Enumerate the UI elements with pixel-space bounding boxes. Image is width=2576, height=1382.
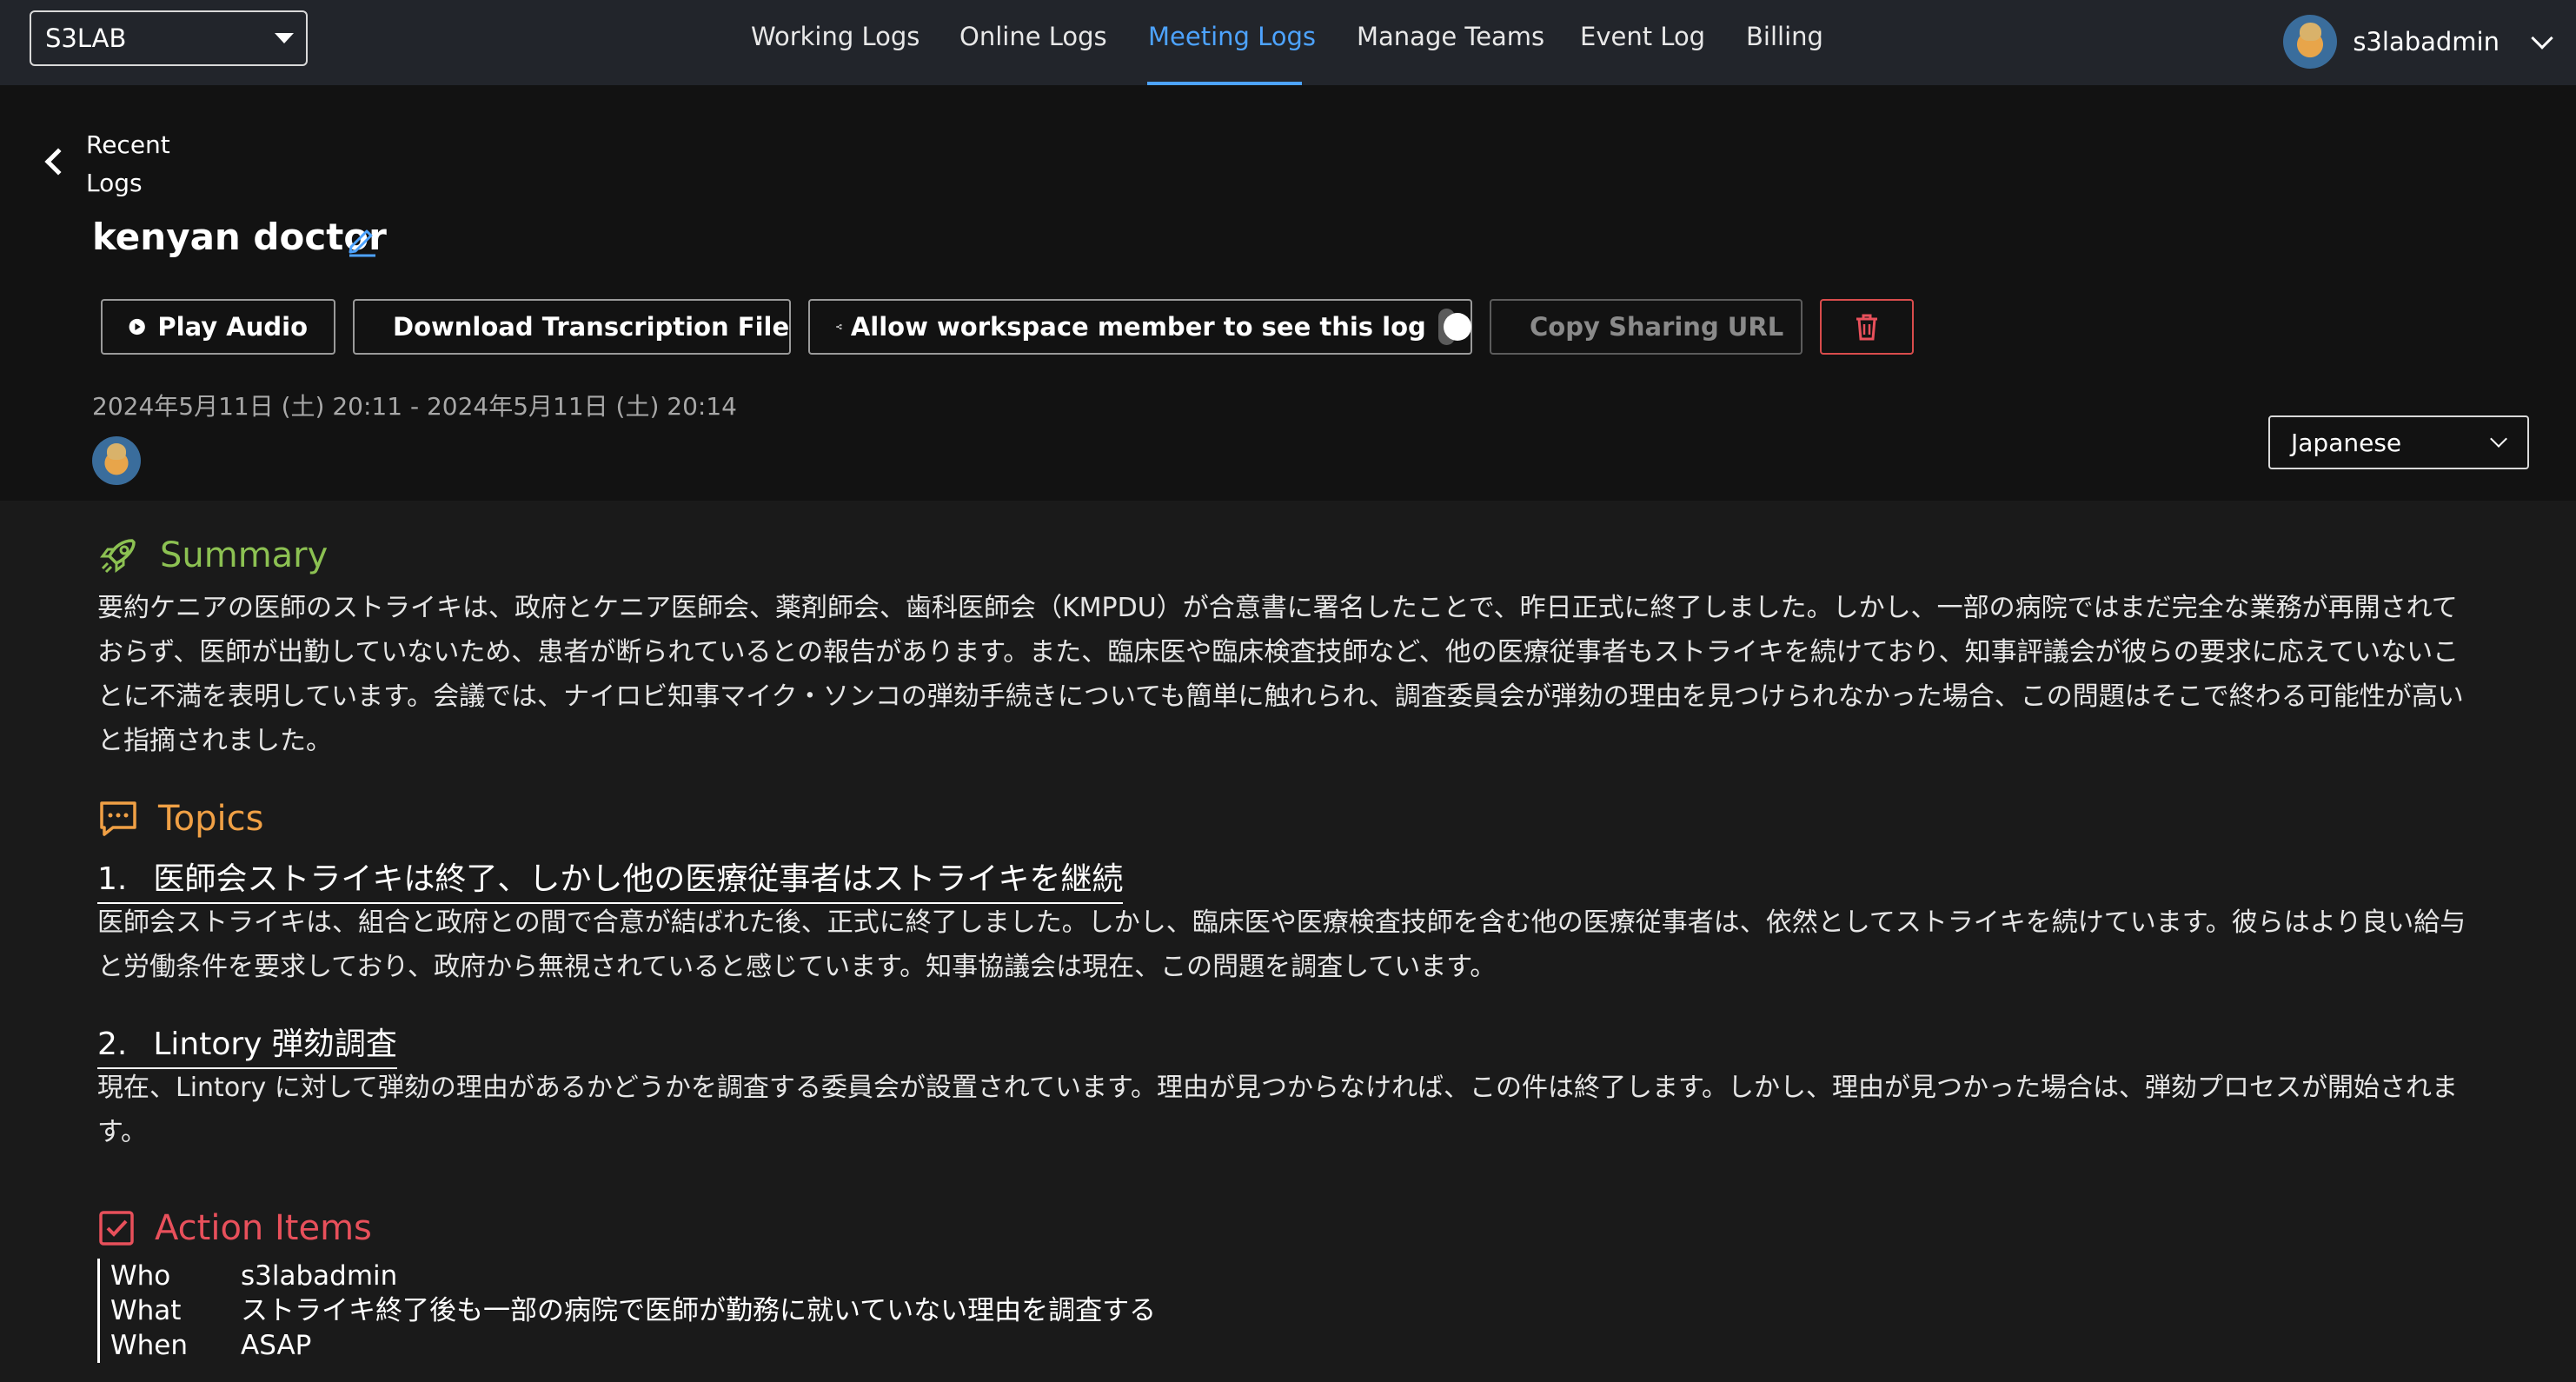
user-name: s3labadmin: [2353, 27, 2500, 56]
topic-title-text: 医師会ストライキは終了、しかし他の医療従事者はストライキを継続: [153, 861, 1124, 897]
action-key: Who: [110, 1260, 171, 1292]
participant-avatar: [92, 436, 141, 485]
copy-sharing-url-label: Copy Sharing URL: [1530, 312, 1784, 342]
nav-meeting-logs[interactable]: Meeting Logs: [1148, 22, 1316, 51]
chevron-down-icon: [2531, 27, 2553, 50]
user-menu[interactable]: s3labadmin: [2283, 14, 2553, 70]
top-navigation-bar: S3LAB Working Logs Online Logs Meeting L…: [0, 0, 2576, 85]
action-key: When: [110, 1330, 189, 1361]
checkbox-icon: [99, 1211, 134, 1246]
share-with-workspace-control: Allow workspace member to see this log: [808, 299, 1472, 355]
main-nav: Working Logs Online Logs Meeting Logs Ma…: [0, 0, 2576, 85]
chat-icon: [100, 801, 136, 836]
log-date-range: 2024年5月11日 (土) 20:11 - 2024年5月11日 (土) 20…: [92, 392, 737, 421]
action-items-heading-text: Action Items: [155, 1208, 372, 1248]
share-icon: [836, 323, 842, 330]
play-icon: [129, 318, 145, 336]
back-label: Recent Logs: [86, 130, 170, 197]
topic-number: 1.: [97, 861, 128, 897]
nav-event-log[interactable]: Event Log: [1580, 22, 1705, 51]
trash-icon: [1856, 314, 1877, 341]
action-key: What: [110, 1295, 182, 1326]
nav-billing[interactable]: Billing: [1746, 22, 1823, 51]
action-items-heading: Action Items: [97, 1208, 372, 1248]
action-row-when: When ASAP: [110, 1328, 1156, 1363]
action-row-what: What ストライキ終了後も一部の病院で医師が勤務に就いていない理由を調査する: [110, 1293, 1156, 1328]
share-toggle[interactable]: [1437, 309, 1471, 345]
topic-title-text: Lintory 弾劾調査: [153, 1027, 397, 1062]
play-audio-button[interactable]: Play Audio: [101, 299, 335, 355]
nav-manage-teams[interactable]: Manage Teams: [1357, 22, 1544, 51]
rocket-icon: [100, 539, 136, 574]
download-transcription-label: Download Transcription File: [393, 312, 790, 342]
delete-log-button[interactable]: [1820, 299, 1914, 355]
topics-heading-text: Topics: [158, 799, 264, 839]
topics-heading: Topics: [97, 798, 263, 840]
play-audio-label: Play Audio: [157, 312, 308, 342]
topic-title: 1. 医師会ストライキは終了、しかし他の医療従事者はストライキを継続: [97, 854, 1124, 904]
topic-text: 医師会ストライキは、組合と政府との間で合意が結ばれた後、正式に終了しました。しか…: [97, 907, 2466, 982]
nav-working-logs[interactable]: Working Logs: [751, 22, 920, 51]
topic-number: 2.: [97, 1027, 128, 1062]
summary-heading-text: Summary: [160, 535, 329, 575]
back-to-recent-logs[interactable]: Recent Logs: [38, 126, 170, 204]
summary-heading: Summary: [97, 534, 328, 577]
copy-sharing-url-button[interactable]: Copy Sharing URL: [1490, 299, 1803, 355]
action-row-who: Who s3labadmin: [110, 1259, 1156, 1293]
share-toggle-label: Allow workspace member to see this log: [850, 312, 1426, 342]
action-item: Who s3labadmin What ストライキ終了後も一部の病院で医師が勤務…: [97, 1259, 1156, 1363]
summary-text: 要約ケニアの医師のストライキは、政府とケニア医師会、薬剤師会、歯科医師会（KMP…: [97, 593, 2464, 756]
download-transcription-button[interactable]: Download Transcription File: [353, 299, 791, 355]
nav-online-logs[interactable]: Online Logs: [959, 22, 1107, 51]
language-select-value: Japanese: [2291, 428, 2402, 457]
topic-text: 現在、Lintory に対して弾劾の理由があるかどうかを調査する委員会が設置され…: [97, 1073, 2459, 1147]
chevron-down-icon: [2490, 430, 2507, 448]
action-value: ASAP: [241, 1330, 312, 1361]
language-select[interactable]: Japanese: [2268, 415, 2529, 469]
topic-title: 2. Lintory 弾劾調査: [97, 1019, 397, 1069]
log-title: kenyan doctor: [92, 216, 387, 258]
action-value: ストライキ終了後も一部の病院で医師が勤務に就いていない理由を調査する: [241, 1295, 1157, 1326]
user-avatar: [2283, 15, 2338, 69]
pencil-icon[interactable]: [344, 223, 379, 257]
action-value: s3labadmin: [241, 1260, 398, 1292]
log-header: [0, 85, 2576, 501]
toggle-knob: [1443, 313, 1471, 341]
chevron-left-icon: [44, 148, 72, 176]
